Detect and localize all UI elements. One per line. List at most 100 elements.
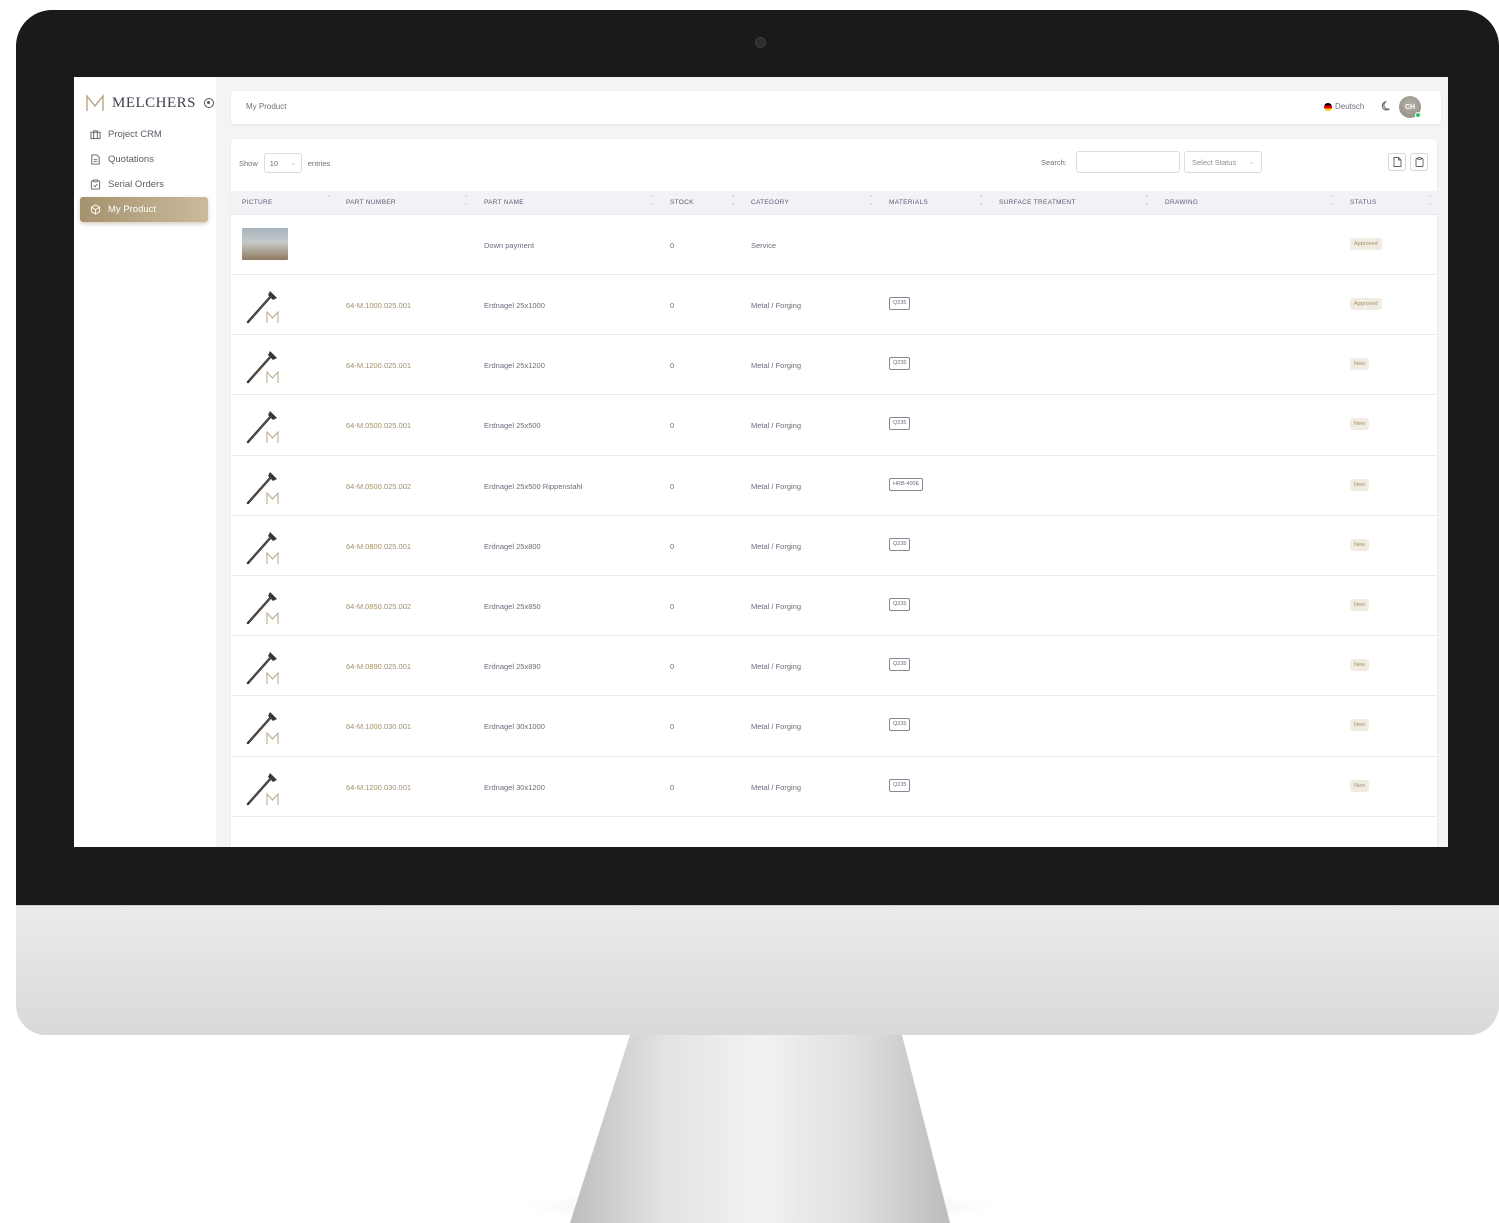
- table-row[interactable]: 64-M.1000.030.001 Erdnagel 30x1000 0 Metal …: [231, 696, 1437, 757]
- part-number-link[interactable]: 64-M.1000.030.001: [346, 722, 411, 731]
- monitor-stand: [570, 1035, 950, 1223]
- sidebar-item-serial-orders[interactable]: Serial Orders: [80, 172, 208, 197]
- part-name: Down payment: [484, 241, 535, 250]
- status-badge: New: [1350, 358, 1370, 371]
- column-header-category[interactable]: Category: [751, 199, 789, 206]
- category: Metal / Forging: [751, 301, 802, 310]
- column-header-part-number[interactable]: Part Number: [346, 199, 396, 206]
- box-icon: [89, 204, 101, 216]
- part-number-link[interactable]: 64-M.0850.025.002: [346, 602, 411, 611]
- table-row[interactable]: 64-M.1200.025.001 Erdnagel 25x1200 0 Metal …: [231, 335, 1437, 396]
- sort-icon[interactable]: ⌃ ⌄: [1427, 196, 1433, 207]
- stock-value: 0: [670, 541, 675, 551]
- stock-value: 0: [670, 241, 675, 250]
- status-select[interactable]: Select Status ⌄: [1184, 151, 1262, 173]
- column-header-part-name[interactable]: Part Name: [484, 199, 524, 206]
- category: Metal / Forging: [751, 662, 802, 672]
- table-row[interactable]: 64-M.1000.025.001 Erdnagel 25x1000 0 Metal …: [231, 275, 1437, 336]
- sort-icon[interactable]: ⌃: [326, 196, 332, 202]
- table-row[interactable]: 64-M.1200.030.001 Erdnagel 30x1200 0 Metal …: [231, 757, 1437, 817]
- column-header-picture[interactable]: Picture: [242, 199, 273, 206]
- column-header-drawing[interactable]: Drawing: [1165, 199, 1198, 206]
- sort-icon[interactable]: ⌃ ⌄: [730, 196, 736, 207]
- material-badge: Q235: [889, 417, 911, 431]
- sidebar-item-my-product[interactable]: My Product: [80, 197, 208, 222]
- part-number-link[interactable]: 64-M.0500.025.002: [346, 482, 411, 491]
- entries-label: entries: [307, 158, 331, 168]
- column-header-status[interactable]: Status: [1350, 199, 1376, 206]
- brand-name: MELCHERS: [111, 94, 196, 111]
- sort-icon[interactable]: ⌃ ⌄: [868, 196, 874, 207]
- part-number-link[interactable]: 64-M.1200.030.001: [346, 783, 411, 792]
- part-number-link[interactable]: 64-M.0800.025.001: [346, 542, 411, 551]
- sort-icon[interactable]: ⌃ ⌄: [463, 196, 469, 207]
- part-name: Erdnagel 25x890: [484, 662, 541, 672]
- online-status-dot: [1415, 112, 1421, 118]
- export-file-button[interactable]: [1388, 153, 1406, 171]
- copy-clipboard-button[interactable]: [1410, 153, 1428, 171]
- category: Metal / Forging: [751, 361, 802, 371]
- table-row[interactable]: 64-M.0890.025.001 Erdnagel 25x890 0 Metal /…: [231, 636, 1437, 697]
- sidebar-item-label: Serial Orders: [108, 179, 164, 190]
- table-row[interactable]: 64-M.0500.025.001 Erdnagel 25x500 0 Metal /…: [231, 395, 1437, 456]
- part-name: Erdnagel 25x850: [484, 601, 541, 611]
- top-navbar: My Product Deutsch CH: [231, 91, 1441, 124]
- status-badge: New: [1350, 659, 1370, 672]
- sidebar-toggle-icon[interactable]: [204, 98, 214, 108]
- column-header-stock[interactable]: Stock: [670, 199, 694, 206]
- search-input[interactable]: [1076, 151, 1180, 173]
- category: Metal / Forging: [751, 782, 802, 792]
- table-header: Picture ⌃ Part Number ⌃ ⌄ Part Name ⌃ ⌄ St…: [231, 191, 1437, 215]
- nail-image: [246, 772, 279, 805]
- file-icon: [1393, 157, 1401, 167]
- table-row[interactable]: 64-M.0800.025.001 Erdnagel 25x800 0 Metal /…: [231, 516, 1437, 576]
- show-entries: Show 10 ⌄ entries: [239, 153, 330, 173]
- part-number-link[interactable]: 64-M.0500.025.001: [346, 421, 411, 430]
- status-select-placeholder: Select Status: [1192, 157, 1237, 167]
- stock-value: 0: [670, 782, 675, 792]
- status-badge: New: [1350, 719, 1370, 732]
- part-number-link[interactable]: 64-M.1000.025.001: [346, 301, 411, 310]
- sidebar-item-quotations[interactable]: Quotations: [80, 147, 208, 172]
- part-number-link[interactable]: 64-M.0890.025.001: [346, 662, 411, 671]
- part-name: Erdnagel 30x1000: [484, 722, 545, 732]
- show-label: Show: [239, 158, 258, 168]
- file-text-icon: [89, 154, 101, 166]
- material-badge: Q235: [889, 597, 911, 611]
- column-header-surface-treatment[interactable]: Surface Treatment: [999, 199, 1076, 206]
- entries-select[interactable]: 10 ⌄: [263, 153, 302, 173]
- table-row[interactable]: 64-M.0500.025.002 Erdnagel 25x500 Rippens…: [231, 456, 1437, 516]
- sidebar-item-label: My Product: [108, 204, 157, 215]
- part-name: Erdnagel 25x800: [484, 541, 541, 551]
- sidebar: MELCHERS Project CRM Quotations Serial O…: [74, 77, 216, 847]
- language-switcher[interactable]: Deutsch: [1324, 102, 1364, 111]
- clipboard-icon: [1415, 157, 1423, 167]
- table-row[interactable]: 64-M.0850.025.002 Erdnagel 25x850 0 Metal /…: [231, 576, 1437, 637]
- stock-value: 0: [670, 601, 675, 611]
- brand[interactable]: MELCHERS: [86, 91, 214, 115]
- camera-icon: [755, 37, 766, 48]
- column-header-materials[interactable]: Materials: [889, 199, 928, 206]
- category: Service: [751, 241, 777, 250]
- moon-icon[interactable]: [1381, 100, 1393, 112]
- stock-value: 0: [670, 301, 675, 310]
- part-name: Erdnagel 25x500: [484, 421, 541, 431]
- table-row[interactable]: Down payment 0 Service Approved: [231, 215, 1437, 275]
- status-badge: New: [1350, 779, 1370, 792]
- avatar-initials: CH: [1404, 103, 1416, 111]
- status-badge: Approved: [1350, 238, 1382, 250]
- sort-icon[interactable]: ⌃ ⌄: [1329, 196, 1335, 207]
- nail-image: [246, 712, 279, 745]
- category: Metal / Forging: [751, 541, 802, 551]
- sort-icon[interactable]: ⌃ ⌄: [1144, 196, 1150, 207]
- sidebar-item-project-crm[interactable]: Project CRM: [80, 122, 208, 147]
- german-flag-icon: [1324, 102, 1332, 111]
- monitor-chin: [16, 905, 1499, 1035]
- sort-icon[interactable]: ⌃ ⌄: [978, 196, 984, 207]
- part-number-link[interactable]: 64-M.1200.025.001: [346, 361, 411, 370]
- nail-image: [246, 351, 279, 384]
- category: Metal / Forging: [751, 421, 802, 431]
- sort-icon[interactable]: ⌃ ⌄: [649, 196, 655, 207]
- material-badge: Q235: [889, 357, 911, 371]
- status-badge: Approved: [1350, 298, 1382, 310]
